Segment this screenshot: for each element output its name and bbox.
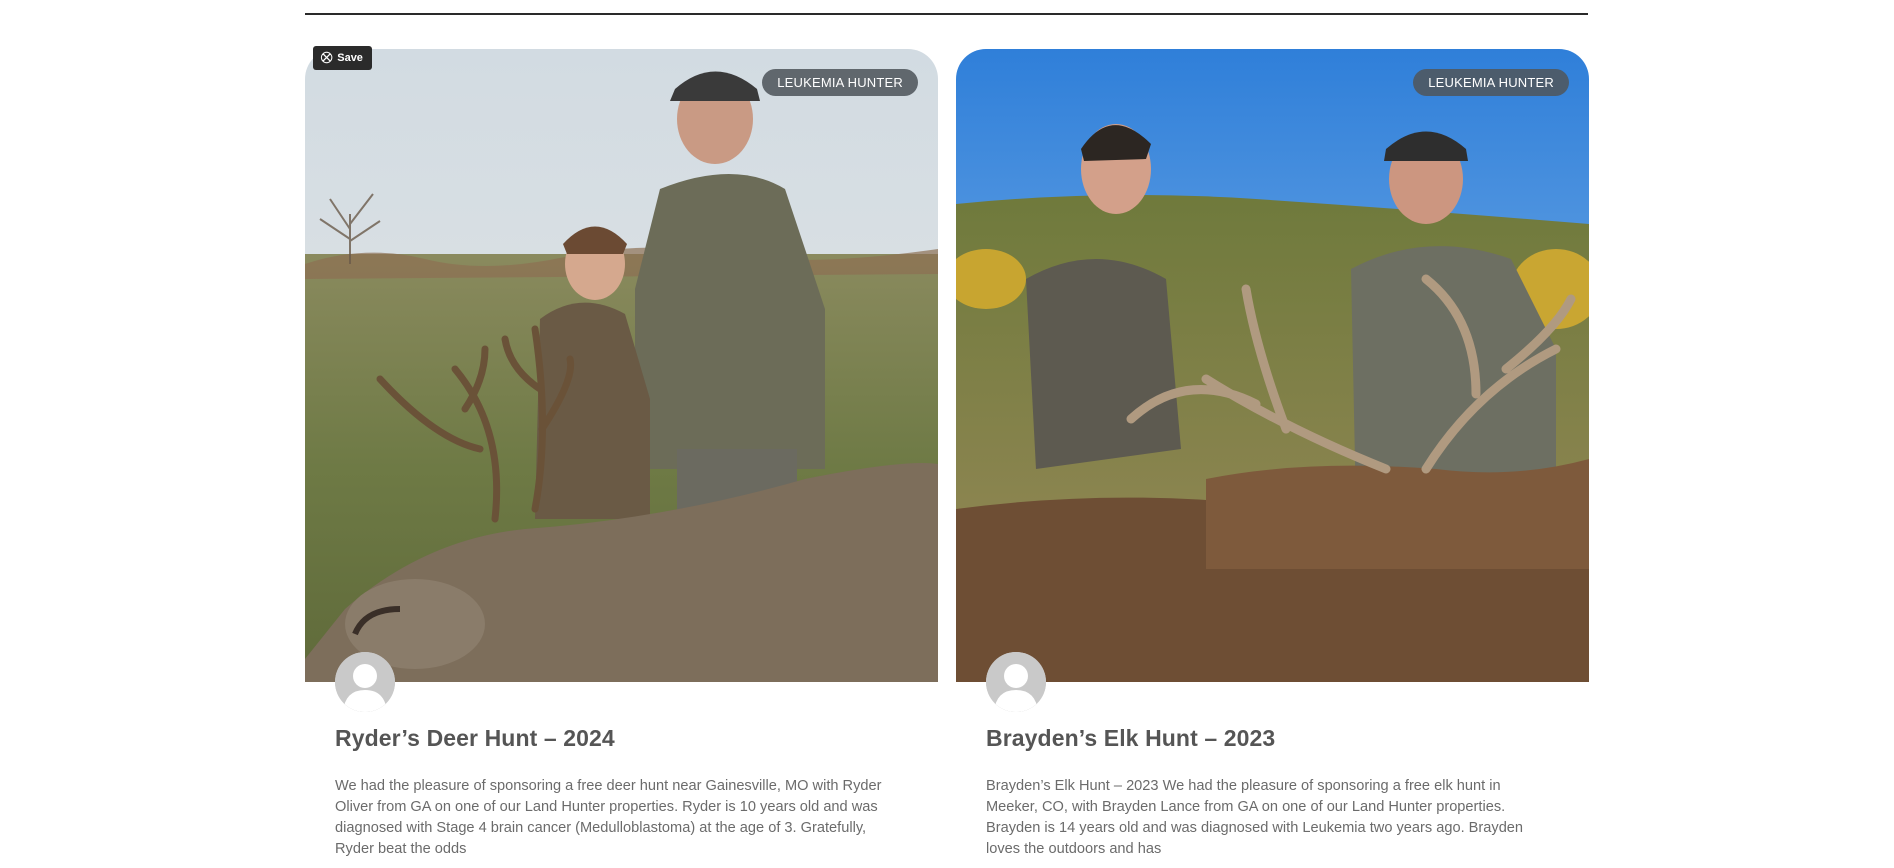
pin-icon: ⛒ (321, 52, 333, 64)
user-icon (335, 652, 395, 712)
save-button[interactable]: ⛒ Save (313, 46, 372, 70)
post-image-link[interactable]: LEUKEMIA HUNTER (956, 49, 1589, 682)
author-avatar[interactable] (986, 652, 1046, 712)
post-title[interactable]: Ryder’s Deer Hunt – 2024 (335, 725, 615, 752)
author-avatar[interactable] (335, 652, 395, 712)
top-divider (305, 13, 1588, 15)
post-card[interactable]: LEUKEMIA HUNTER ⛒ Save Ryder’s Deer Hunt… (305, 46, 938, 868)
save-button-label: Save (337, 52, 363, 64)
user-icon (986, 652, 1046, 712)
post-card[interactable]: LEUKEMIA HUNTER Brayden’s Elk Hunt – 202… (956, 49, 1589, 868)
post-photo (305, 49, 938, 682)
post-image-link[interactable]: LEUKEMIA HUNTER (305, 49, 938, 682)
post-excerpt: Brayden’s Elk Hunt – 2023 We had the ple… (986, 778, 1524, 857)
category-badge[interactable]: LEUKEMIA HUNTER (762, 69, 918, 96)
post-title[interactable]: Brayden’s Elk Hunt – 2023 (986, 725, 1275, 752)
post-photo (956, 49, 1589, 682)
post-excerpt: We had the pleasure of sponsoring a free… (335, 778, 882, 857)
category-badge[interactable]: LEUKEMIA HUNTER (1413, 69, 1569, 96)
